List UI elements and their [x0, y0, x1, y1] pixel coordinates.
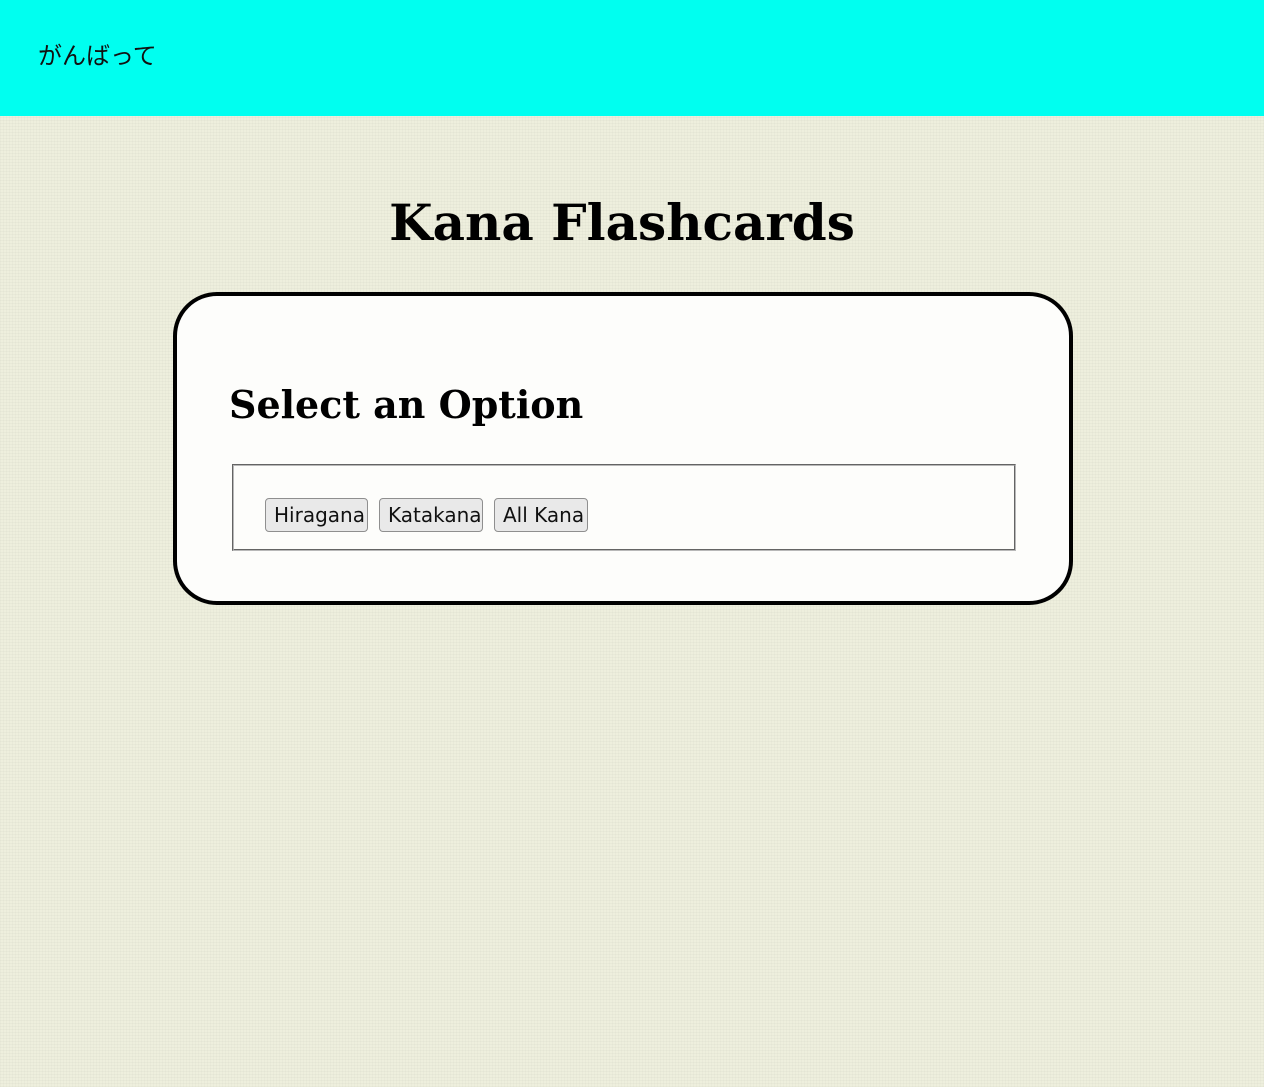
options-fieldset: Hiragana Katakana All Kana — [232, 464, 1016, 551]
katakana-button[interactable]: Katakana — [379, 498, 483, 532]
hiragana-button[interactable]: Hiragana — [265, 498, 368, 532]
header-brand-text: がんばって — [38, 42, 157, 70]
option-card: Select an Option Hiragana Katakana All K… — [173, 292, 1073, 605]
page-title: Kana Flashcards — [389, 193, 855, 252]
all-kana-button[interactable]: All Kana — [494, 498, 588, 532]
card-heading: Select an Option — [229, 382, 584, 427]
top-header-bar: がんばって — [0, 0, 1264, 116]
